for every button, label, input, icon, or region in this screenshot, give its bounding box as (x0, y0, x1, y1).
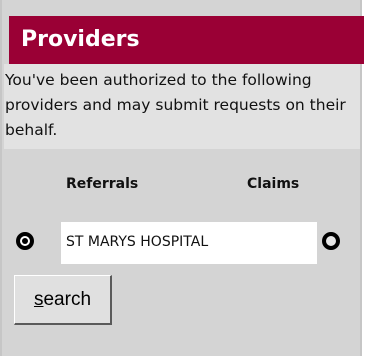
column-header-referrals: Referrals (66, 176, 139, 192)
provider-name: ST MARYS HOSPITAL (66, 234, 209, 250)
providers-panel: Providers You've been authorized to the … (0, 0, 364, 356)
provider-name-cell: ST MARYS HOSPITAL (61, 222, 317, 264)
authorization-notice: You've been authorized to the following … (4, 64, 360, 149)
referrals-radio[interactable] (16, 232, 34, 250)
column-header-claims: Claims (247, 176, 300, 192)
panel-title: Providers (21, 27, 140, 52)
search-button[interactable]: search (14, 275, 112, 325)
search-button-label: earch (43, 288, 92, 310)
panel-header: Providers (9, 16, 364, 64)
claims-radio[interactable] (322, 232, 340, 250)
authorization-text: You've been authorized to the following … (5, 71, 346, 139)
